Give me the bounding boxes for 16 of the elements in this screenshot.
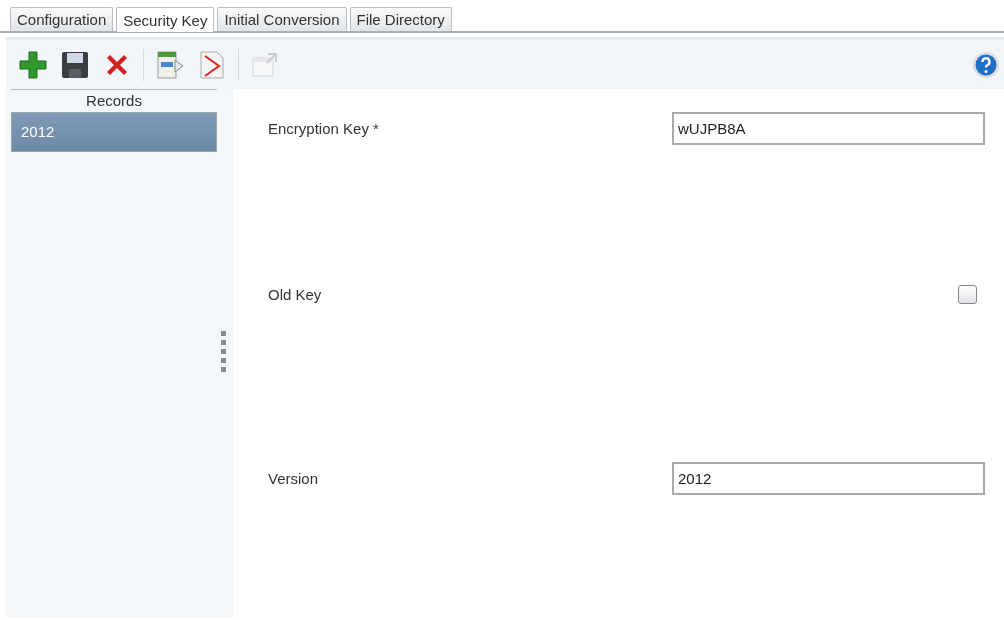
records-header: Records [11, 89, 217, 110]
field-label: Old Key [268, 286, 322, 303]
tab[interactable]: Initial Conversion [217, 7, 347, 31]
plus-icon [18, 49, 48, 80]
pdf-icon [197, 49, 227, 80]
tab[interactable]: Security Key [116, 7, 215, 32]
splitter-handle[interactable] [221, 331, 227, 375]
field-label: Version [268, 470, 319, 487]
tab[interactable]: File Directory [349, 7, 452, 31]
input-field[interactable]: 2012 [672, 462, 985, 495]
help-icon[interactable] [972, 50, 1000, 79]
spreadsheet-export-icon [155, 49, 185, 80]
checkbox[interactable] [958, 285, 977, 304]
field-label: Encryption Key * [268, 120, 379, 137]
tab[interactable]: Configuration [10, 7, 114, 31]
input-field[interactable]: wUJPB8A [672, 112, 985, 145]
